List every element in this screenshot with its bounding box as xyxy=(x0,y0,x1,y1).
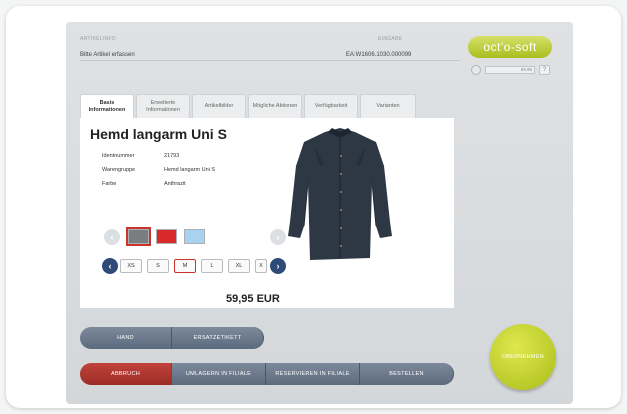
size-option[interactable]: XS xyxy=(120,259,142,273)
size-option[interactable]: X xyxy=(255,259,267,273)
input-value[interactable]: EA:W1606.1030.000099 xyxy=(346,52,411,58)
article-prompt: Bitte Artikel erfassen xyxy=(80,52,135,58)
info-value: Hemd langarm Uni S xyxy=(164,167,216,173)
info-value: 21793 xyxy=(164,153,180,159)
umlagern-button[interactable]: UMLAGERN IN FILIALE xyxy=(172,363,266,385)
color-swatch-blue[interactable] xyxy=(184,229,205,244)
tab-artikelbilder[interactable]: Artikelbilder xyxy=(192,94,246,118)
size-option-selected[interactable]: M xyxy=(174,259,196,273)
quick-panel: 59.95 ? xyxy=(471,64,555,76)
product-panel: Hemd langarm Uni S Identnummer 21793 War… xyxy=(80,118,454,308)
size-option[interactable]: L xyxy=(201,259,223,273)
tab-erweitert[interactable]: Erweiterte Informationen xyxy=(136,94,190,118)
help-button[interactable]: ? xyxy=(539,65,550,75)
abbruch-button[interactable]: ABBRUCH xyxy=(80,363,172,385)
tab-bar: Basis Informationen Erweiterte Informati… xyxy=(80,94,454,118)
color-prev-icon[interactable]: ‹ xyxy=(104,229,120,245)
size-option[interactable]: XL xyxy=(228,259,250,273)
size-prev-icon[interactable]: ‹ xyxy=(102,258,118,274)
size-selector: XS S M L XL X xyxy=(120,259,272,273)
header-divider xyxy=(80,60,460,61)
color-swatch-grey[interactable] xyxy=(126,227,151,246)
ersatzetikett-button[interactable]: ERSATZETIKETT xyxy=(172,327,264,349)
brand-logo: oct'o-soft xyxy=(468,36,552,58)
info-key: Farbe xyxy=(102,181,117,187)
quick-field[interactable]: 59.95 xyxy=(485,66,535,74)
tab-aktionen[interactable]: Mögliche Aktionen xyxy=(248,94,302,118)
product-image xyxy=(288,128,392,260)
article-info-label: ARTIKELINFO xyxy=(80,36,116,42)
uebernehmen-button[interactable]: ÜBERNEHMEN xyxy=(490,324,556,390)
tab-varianten[interactable]: Varianten xyxy=(360,94,416,118)
tab-basis[interactable]: Basis Informationen xyxy=(80,94,134,118)
color-swatch-red[interactable] xyxy=(156,229,177,244)
info-key: Identnummer xyxy=(102,153,135,159)
product-price: 59,95 EUR xyxy=(226,293,280,305)
app-screen: ARTIKELINFO Bitte Artikel erfassen EINGA… xyxy=(66,22,573,404)
product-title: Hemd langarm Uni S xyxy=(90,126,227,142)
reservieren-button[interactable]: RESERVIEREN IN FILIALE xyxy=(266,363,360,385)
article-header: ARTIKELINFO Bitte Artikel erfassen EINGA… xyxy=(80,32,460,64)
info-key: Warengruppe xyxy=(102,167,136,173)
input-label: EINGABE xyxy=(378,36,403,42)
tab-verfuegbarkeit[interactable]: Verfügbarkeit xyxy=(304,94,358,118)
bestellen-button[interactable]: BESTELLEN xyxy=(360,363,454,385)
info-value: Anthrazit xyxy=(164,181,186,187)
hand-button[interactable]: HAND xyxy=(80,327,172,349)
refresh-icon[interactable] xyxy=(471,65,481,75)
size-option[interactable]: S xyxy=(147,259,169,273)
